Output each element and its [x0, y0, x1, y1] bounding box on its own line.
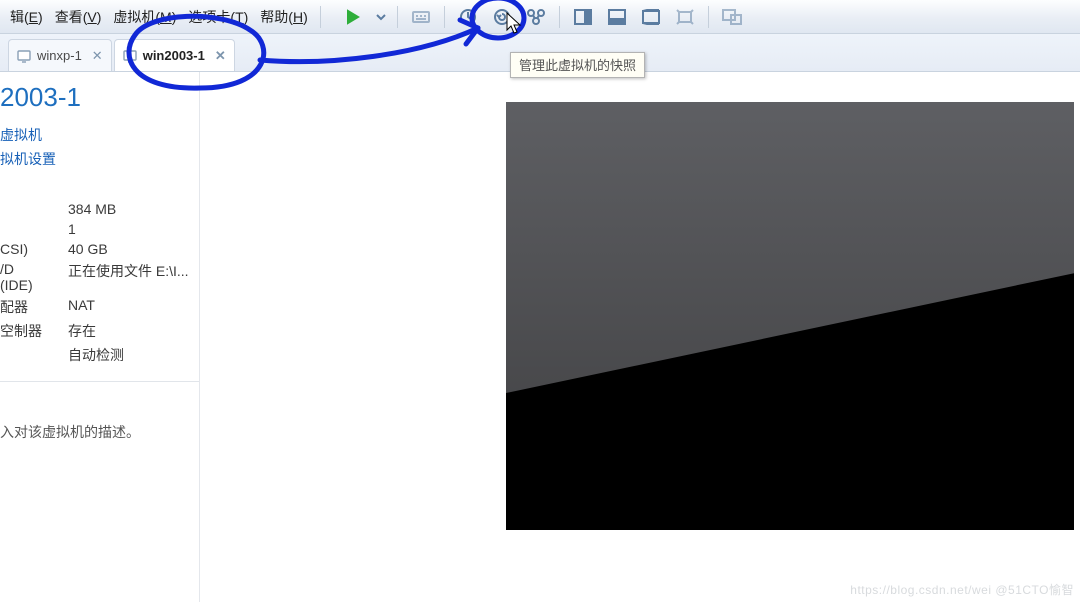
spec-net-label: 配器: [0, 297, 50, 317]
send-ctrl-alt-del-icon[interactable]: [405, 4, 437, 30]
link-edit-settings[interactable]: 拟机设置: [0, 147, 199, 171]
spec-disk: 40 GB: [68, 241, 108, 257]
vm-icon: [123, 49, 137, 63]
close-icon[interactable]: ✕: [215, 48, 226, 64]
run-vm-group[interactable]: [337, 4, 391, 30]
tooltip-snapshot-manager: 管理此虚拟机的快照: [510, 52, 645, 78]
fullscreen-icon[interactable]: [601, 4, 633, 30]
vm-summary-panel: 2003-1 虚拟机 拟机设置 384 MB 1 CSI) 40 GB /D (I…: [0, 72, 200, 602]
menu-help[interactable]: 帮助(H): [254, 2, 313, 32]
vm-preview[interactable]: [506, 102, 1074, 530]
tab-win2003-1[interactable]: win2003-1 ✕: [114, 39, 235, 71]
snapshot-manager-icon[interactable]: [520, 4, 552, 30]
hardware-specs: 384 MB 1 CSI) 40 GB /D (IDE) 正在使用文件 E:\I..…: [0, 199, 199, 367]
stretch-icon[interactable]: [669, 4, 701, 30]
link-power-on[interactable]: 虚拟机: [0, 123, 199, 147]
spec-usb-label: 空制器: [0, 321, 50, 341]
spec-disk-label: CSI): [0, 241, 50, 257]
snapshot-revert-icon[interactable]: [486, 4, 518, 30]
vm-title: 2003-1: [0, 78, 199, 123]
spec-misc: 自动检测: [68, 345, 124, 365]
menu-tabs[interactable]: 选项卡(T): [182, 2, 254, 32]
menu-edit[interactable]: 辑(E): [4, 2, 49, 32]
thumbnail-icon[interactable]: [716, 4, 748, 30]
watermark: https://blog.csdn.net/wei @51CTO愉智: [850, 581, 1074, 598]
spec-memory: 384 MB: [68, 201, 116, 217]
fit-guest-icon[interactable]: [567, 4, 599, 30]
menu-view[interactable]: 查看(V): [49, 2, 108, 32]
vm-icon: [17, 49, 31, 63]
spec-net: NAT: [68, 297, 95, 317]
vm-description-placeholder[interactable]: 入对该虚拟机的描述。: [0, 422, 199, 442]
menu-vm[interactable]: 虚拟机(M): [107, 2, 182, 32]
tab-winxp-1[interactable]: winxp-1 ✕: [8, 39, 112, 71]
spec-dvd-label: /D (IDE): [0, 261, 50, 293]
spec-cpu: 1: [68, 221, 76, 237]
menubar: 辑(E) 查看(V) 虚拟机(M) 选项卡(T) 帮助(H): [0, 0, 1080, 34]
unity-icon[interactable]: [635, 4, 667, 30]
tab-label: winxp-1: [37, 48, 82, 63]
spec-dvd: 正在使用文件 E:\I...: [68, 261, 189, 293]
tab-label: win2003-1: [143, 48, 205, 63]
close-icon[interactable]: ✕: [92, 48, 103, 64]
play-icon[interactable]: [338, 4, 368, 30]
snapshot-take-icon[interactable]: [452, 4, 484, 30]
play-dropdown-icon[interactable]: [372, 4, 390, 30]
spec-usb: 存在: [68, 321, 96, 341]
